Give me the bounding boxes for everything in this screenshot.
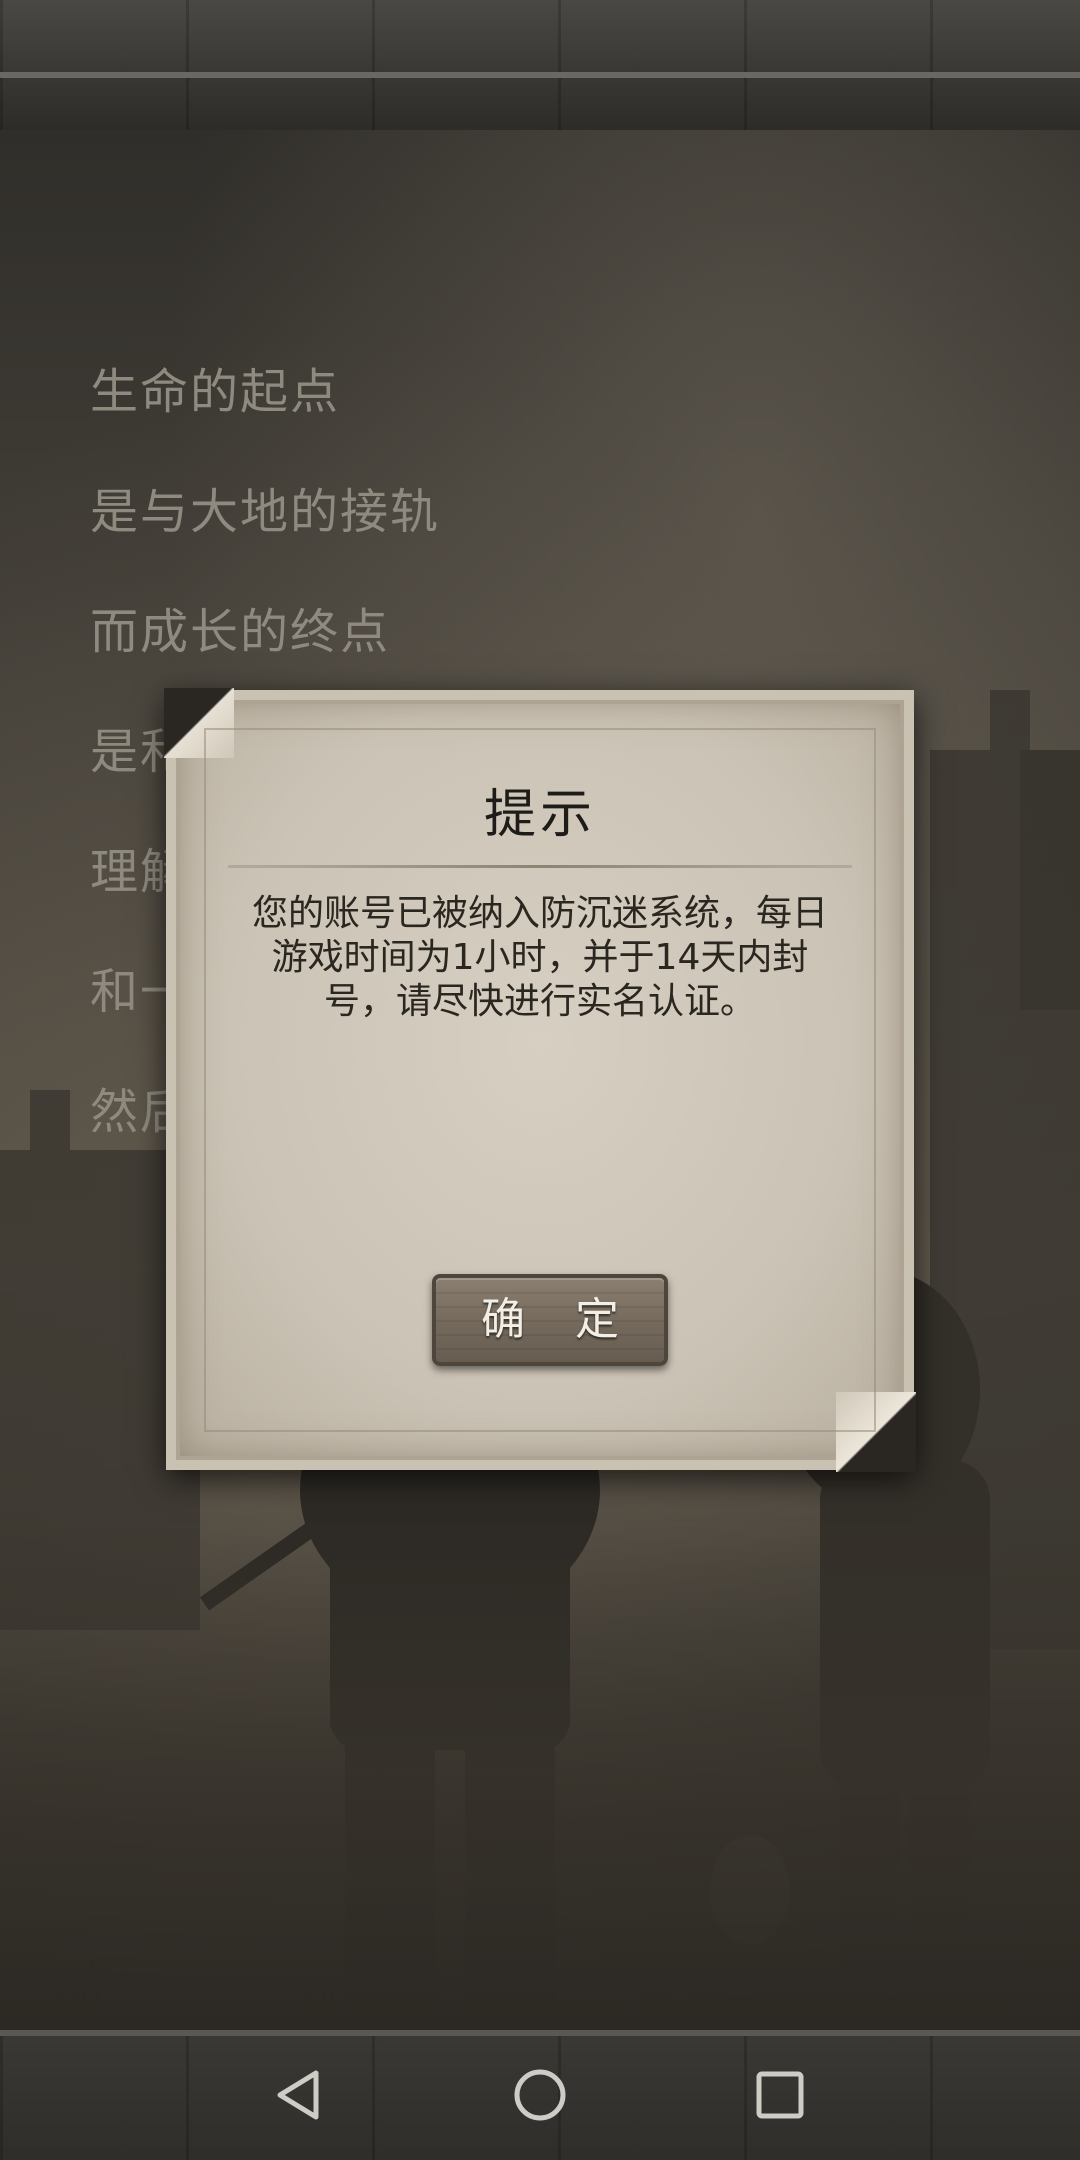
- back-triangle-icon[interactable]: [270, 2065, 330, 2125]
- story-line-2: 是与大地的接轨: [90, 484, 441, 540]
- dialog-message: 您的账号已被纳入防沉迷系统，每日游戏时间为1小时，并于14天内封号，请尽快进行实…: [251, 893, 828, 1022]
- confirm-button-label: 确 定: [481, 1294, 637, 1345]
- anti-addiction-dialog: 提示 您的账号已被纳入防沉迷系统，每日游戏时间为1小时，并于14天内封号，请尽快…: [164, 688, 916, 1472]
- paper-curl-top-left: [164, 688, 234, 758]
- paper-curl-bottom-right: [836, 1392, 916, 1472]
- top-wood-bar: [0, 0, 1080, 136]
- story-line-3: 而成长的终点: [90, 604, 391, 660]
- top-rail: [0, 72, 1080, 78]
- home-circle-icon[interactable]: [510, 2065, 570, 2125]
- game-screen: 生命的起点 是与大地的接轨 而成长的终点 是和 理解 和一 然后 提示 您的账号…: [0, 0, 1080, 2160]
- story-line-1: 生命的起点: [90, 364, 341, 420]
- confirm-button[interactable]: 确 定: [432, 1274, 668, 1366]
- recents-square-icon[interactable]: [750, 2065, 810, 2125]
- dialog-divider: [228, 865, 852, 868]
- ground-shadow: [0, 1510, 1080, 2030]
- dialog-title: 提示: [483, 785, 596, 845]
